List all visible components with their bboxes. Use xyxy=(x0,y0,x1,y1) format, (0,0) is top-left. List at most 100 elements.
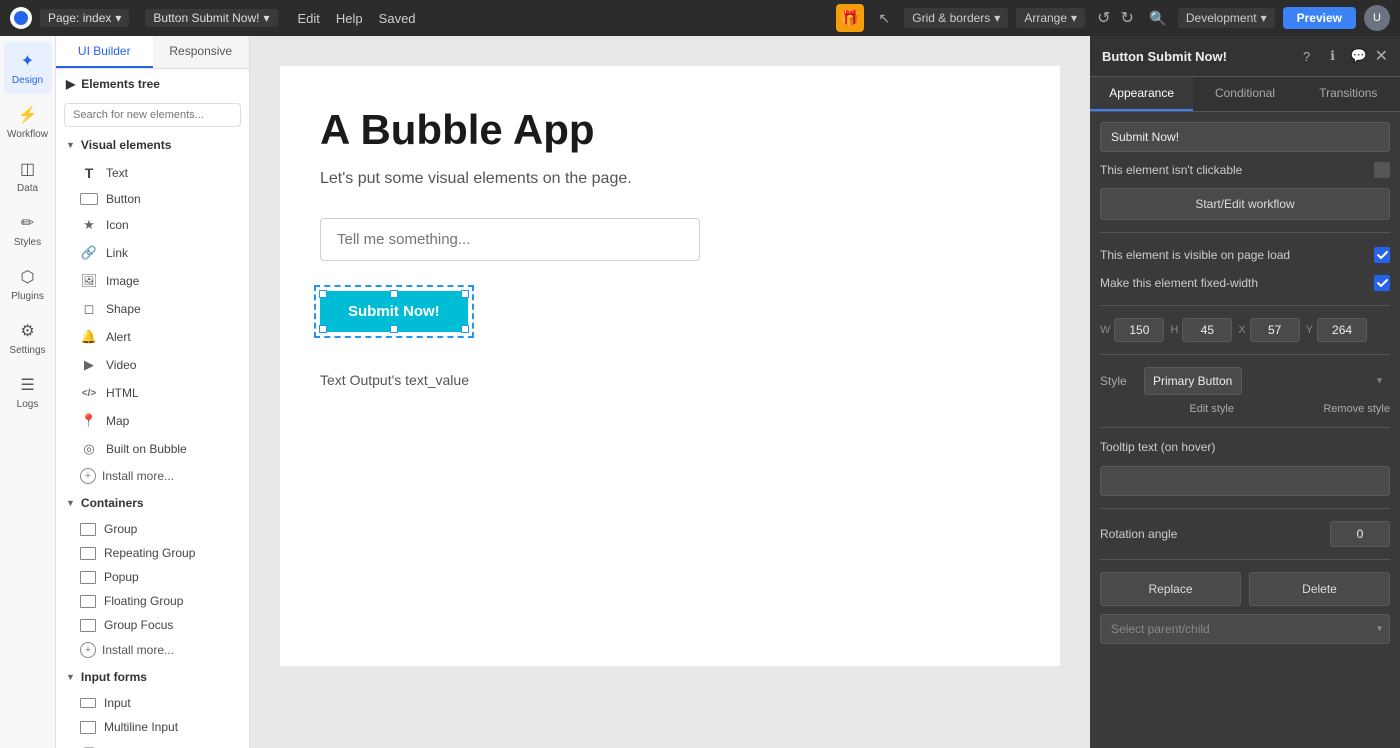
not-clickable-checkbox[interactable] xyxy=(1374,162,1390,178)
nav-data[interactable]: ◫ Data xyxy=(4,150,52,202)
checkmark-icon xyxy=(1377,250,1388,261)
selection-handle-tm[interactable] xyxy=(390,290,398,298)
sidebar-item-checkbox[interactable]: ☑ Checkbox xyxy=(56,739,249,748)
x-input[interactable] xyxy=(1250,318,1300,342)
sidebar-item-link[interactable]: 🔗 Link xyxy=(56,239,249,267)
pointer-tool[interactable]: ↖ xyxy=(872,6,896,30)
bubble-logo[interactable] xyxy=(10,7,32,29)
tooltip-input[interactable] xyxy=(1100,466,1390,496)
nav-plugins[interactable]: ⬡ Plugins xyxy=(4,258,52,310)
sidebar-item-button[interactable]: Button xyxy=(56,187,249,211)
install-more-containers[interactable]: + Install more... xyxy=(56,637,249,663)
sidebar-item-repeating-group[interactable]: Repeating Group xyxy=(56,541,249,565)
fixed-width-checkmark-icon xyxy=(1377,278,1388,289)
install-more-visual[interactable]: + Install more... xyxy=(56,463,249,489)
sidebar-item-group-focus[interactable]: Group Focus xyxy=(56,613,249,637)
tab-transitions[interactable]: Transitions xyxy=(1297,77,1400,111)
delete-button[interactable]: Delete xyxy=(1249,572,1390,606)
multiline-input-icon xyxy=(80,721,96,734)
undo-button[interactable]: ↺ xyxy=(1093,6,1114,30)
page-selector[interactable]: Page: index ▾ xyxy=(40,9,129,27)
selection-handle-bm[interactable] xyxy=(390,325,398,333)
tab-appearance[interactable]: Appearance xyxy=(1090,77,1193,111)
help-menu[interactable]: Help xyxy=(336,11,363,26)
right-panel: Button Submit Now! ? ℹ 💬 ✕ Appearance Co… xyxy=(1090,36,1400,748)
y-input[interactable] xyxy=(1317,318,1367,342)
sidebar-item-group[interactable]: Group xyxy=(56,517,249,541)
panel-info-icon[interactable]: ℹ xyxy=(1323,46,1343,66)
start-edit-workflow-button[interactable]: Start/Edit workflow xyxy=(1100,188,1390,220)
remove-style-link[interactable]: Remove style xyxy=(1323,403,1390,415)
checkbox-icon: ☑ xyxy=(80,744,98,748)
replace-button[interactable]: Replace xyxy=(1100,572,1241,606)
nav-workflow[interactable]: ⚡ Workflow xyxy=(4,96,52,148)
elements-tree-label: Elements tree xyxy=(81,77,160,91)
tab-conditional[interactable]: Conditional xyxy=(1193,77,1296,111)
nav-settings[interactable]: ⚙ Settings xyxy=(4,312,52,364)
nav-logs[interactable]: ☰ Logs xyxy=(4,366,52,418)
user-avatar[interactable]: U xyxy=(1364,5,1390,31)
tab-responsive[interactable]: Responsive xyxy=(153,36,250,68)
divider-5 xyxy=(1100,508,1390,509)
selection-handle-br[interactable] xyxy=(461,325,469,333)
nav-design[interactable]: ✦ Design xyxy=(4,42,52,94)
elements-tree-header[interactable]: ▶ Elements tree xyxy=(56,69,249,99)
dimensions-row: W H X Y xyxy=(1100,318,1390,342)
fixed-width-checkbox[interactable] xyxy=(1374,275,1390,291)
sidebar-item-image[interactable]: 🖼 Image xyxy=(56,267,249,295)
panel-help-icon[interactable]: ? xyxy=(1297,46,1317,66)
width-input[interactable] xyxy=(1114,318,1164,342)
rotation-input[interactable] xyxy=(1330,521,1390,547)
selection-handle-tr[interactable] xyxy=(461,290,469,298)
repeating-group-icon xyxy=(80,547,96,560)
preview-button[interactable]: Preview xyxy=(1283,7,1356,29)
visual-elements-header[interactable]: ▼ Visual elements xyxy=(56,131,249,159)
logs-icon: ☰ xyxy=(17,374,39,396)
selection-handle-tl[interactable] xyxy=(319,290,327,298)
height-input[interactable] xyxy=(1182,318,1232,342)
sidebar-item-alert[interactable]: 🔔 Alert xyxy=(56,323,249,351)
sidebar-item-input[interactable]: Input xyxy=(56,691,249,715)
edit-style-link[interactable]: Edit style xyxy=(1189,403,1234,415)
containers-header[interactable]: ▼ Containers xyxy=(56,489,249,517)
sidebar-item-map[interactable]: 📍 Map xyxy=(56,407,249,435)
x-item: X xyxy=(1238,318,1299,342)
sidebar-item-multiline-input[interactable]: Multiline Input xyxy=(56,715,249,739)
link-icon: 🔗 xyxy=(80,244,98,262)
panel-header: Button Submit Now! ? ℹ 💬 ✕ xyxy=(1090,36,1400,77)
gift-button[interactable]: 🎁 xyxy=(836,4,864,32)
sidebar-item-icon[interactable]: ★ Icon xyxy=(56,211,249,239)
sidebar-nav: ✦ Design ⚡ Workflow ◫ Data ✏ Styles ⬡ xyxy=(0,36,249,748)
grid-borders-button[interactable]: Grid & borders ▾ xyxy=(904,8,1008,28)
search-button[interactable]: 🔍 xyxy=(1146,6,1170,30)
arrange-button[interactable]: Arrange ▾ xyxy=(1016,8,1085,28)
sidebar-item-popup[interactable]: Popup xyxy=(56,565,249,589)
parent-child-select[interactable]: Select parent/child xyxy=(1100,614,1390,644)
development-button[interactable]: Development ▾ xyxy=(1178,8,1275,28)
canvas-input-field[interactable] xyxy=(320,218,700,261)
canvas-app-title: A Bubble App xyxy=(320,106,1020,154)
topbar-actions: Edit Help Saved xyxy=(298,11,416,26)
redo-button[interactable]: ↻ xyxy=(1116,6,1137,30)
tab-ui-builder[interactable]: UI Builder xyxy=(56,36,153,68)
selection-handle-bl[interactable] xyxy=(319,325,327,333)
element-selector[interactable]: Button Submit Now! ▾ xyxy=(145,9,277,27)
sidebar-icon-column: ✦ Design ⚡ Workflow ◫ Data ✏ Styles ⬡ xyxy=(0,36,56,748)
sidebar-item-html[interactable]: </> HTML xyxy=(56,379,249,407)
panel-close-button[interactable]: ✕ xyxy=(1375,46,1388,66)
element-search-input[interactable] xyxy=(64,103,241,127)
sidebar-item-built-on-bubble[interactable]: ◎ Built on Bubble xyxy=(56,435,249,463)
sidebar-item-floating-group[interactable]: Floating Group xyxy=(56,589,249,613)
sidebar-item-video[interactable]: ▶ Video xyxy=(56,351,249,379)
gift-icon: 🎁 xyxy=(841,9,860,27)
button-text-input[interactable] xyxy=(1100,122,1390,152)
nav-styles[interactable]: ✏ Styles xyxy=(4,204,52,256)
edit-menu[interactable]: Edit xyxy=(298,11,320,26)
style-select[interactable]: Primary Button xyxy=(1144,367,1242,395)
sidebar-item-shape[interactable]: ◻ Shape xyxy=(56,295,249,323)
visible-on-load-checkbox[interactable] xyxy=(1374,247,1390,263)
panel-header-icons: ? ℹ 💬 ✕ xyxy=(1297,46,1388,66)
panel-comment-icon[interactable]: 💬 xyxy=(1349,46,1369,66)
sidebar-item-text[interactable]: T Text xyxy=(56,159,249,187)
input-forms-header[interactable]: ▼ Input forms xyxy=(56,663,249,691)
